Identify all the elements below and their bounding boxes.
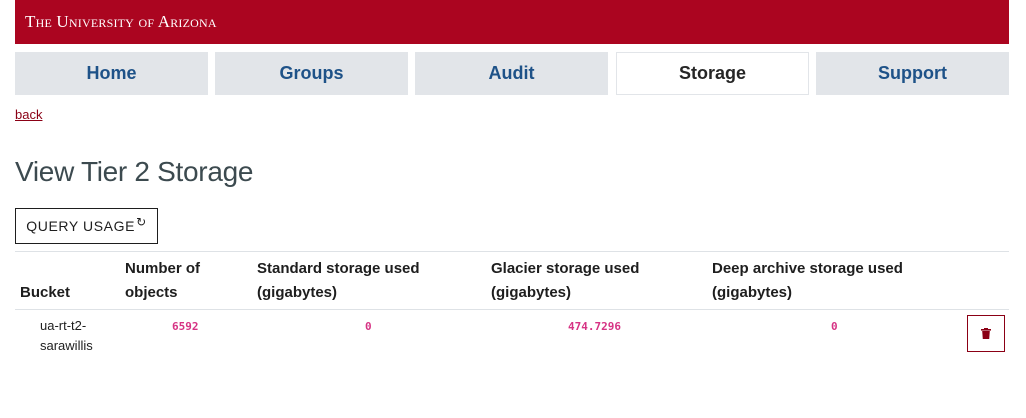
back-link[interactable]: back [15, 107, 42, 122]
header-bucket: Bucket [20, 284, 71, 301]
header-objects-line2: objects [125, 284, 178, 301]
trash-icon [981, 328, 991, 339]
refresh-icon: ↻ [136, 215, 147, 229]
tab-support[interactable]: Support [816, 52, 1009, 95]
bucket-name-line1: ua-rt-t2- [40, 318, 87, 333]
header-standard-line2: (gigabytes) [257, 284, 338, 301]
query-usage-button[interactable]: QUERY USAGE ↻ [15, 208, 158, 244]
header-deep-line2: (gigabytes) [712, 284, 793, 301]
deep-archive-value: 0 [831, 320, 838, 333]
banner-title: The University of Arizona [25, 12, 217, 31]
header-deep-line1: Deep archive storage used [712, 260, 903, 277]
tab-storage[interactable]: Storage [616, 52, 809, 95]
standard-storage-value: 0 [365, 320, 372, 333]
tab-groups[interactable]: Groups [215, 52, 408, 95]
table-header-border [15, 309, 1009, 310]
tab-home[interactable]: Home [15, 52, 208, 95]
header-standard-line1: Standard storage used [257, 260, 420, 277]
delete-bucket-button[interactable] [967, 315, 1005, 352]
bucket-name-line2: sarawillis [40, 338, 93, 353]
header-glacier-line2: (gigabytes) [491, 284, 572, 301]
glacier-storage-value: 474.7296 [568, 320, 621, 333]
page-title: View Tier 2 Storage [15, 156, 254, 187]
table-top-border [15, 251, 1009, 252]
main-nav: Home Groups Audit Storage Support [15, 52, 1009, 95]
query-usage-label: QUERY USAGE [26, 218, 136, 234]
header-glacier-line1: Glacier storage used [491, 260, 640, 277]
tab-audit[interactable]: Audit [415, 52, 608, 95]
header-objects-line1: Number of [125, 260, 200, 277]
objects-count: 6592 [172, 320, 199, 333]
university-banner: The University of Arizona [15, 0, 1009, 44]
